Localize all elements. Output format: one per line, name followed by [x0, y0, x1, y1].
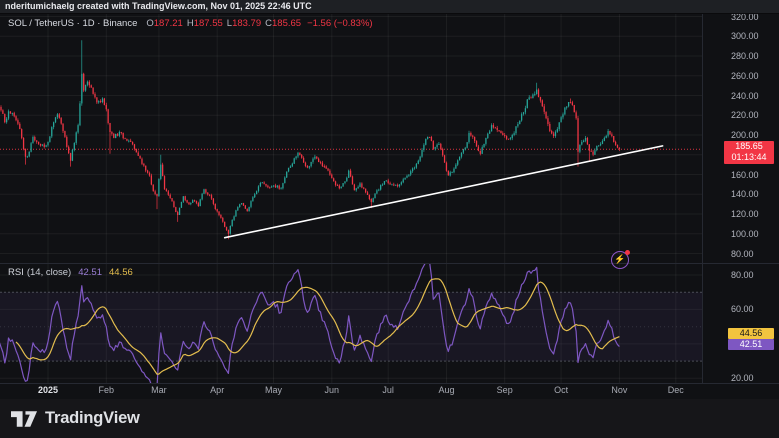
- price-axis-label: 140.00: [731, 189, 759, 199]
- time-axis-label: Sep: [497, 385, 513, 395]
- price-axis-label: 200.00: [731, 130, 759, 140]
- rsi-value: 42.51: [78, 267, 102, 278]
- close-value: 185.65: [272, 18, 301, 29]
- open-label: O: [146, 18, 153, 29]
- low-value: 183.79: [232, 18, 261, 29]
- price-axis-label: 80.00: [731, 249, 754, 259]
- rsi-axis-label: 20.00: [731, 373, 754, 383]
- time-axis-label: Aug: [438, 385, 454, 395]
- time-axis-label: 2025: [38, 385, 58, 395]
- bottom-bar: TradingView: [0, 399, 779, 438]
- price-axis-label: 220.00: [731, 110, 759, 120]
- watermark-text: nderitumichaelg created with TradingView…: [0, 0, 779, 13]
- rsi-ma-badge: 44.56: [728, 328, 774, 339]
- tradingview-logo-icon[interactable]: [11, 409, 38, 429]
- price-axis-label: 260.00: [731, 71, 759, 81]
- open-value: 187.21: [154, 18, 183, 29]
- price-badge: 185.65 01:13:44: [724, 141, 774, 164]
- rsi-axis-label: 80.00: [731, 270, 754, 280]
- rsi-legend[interactable]: RSI(14, close) 42.51 44.56: [8, 267, 133, 278]
- rsi-ma-value: 44.56: [109, 267, 133, 278]
- lightning-glyph: ⚡: [614, 254, 625, 264]
- chart-area[interactable]: SOL / TetherUS · 1D · Binance O187.21 H187…: [0, 14, 779, 399]
- price-axis-label: 240.00: [731, 91, 759, 101]
- symbol-title[interactable]: SOL / TetherUS · 1D · Binance: [8, 18, 137, 29]
- tradingview-snapshot: nderitumichaelg created with TradingView…: [0, 0, 779, 438]
- watermark-bar: nderitumichaelg created with TradingView…: [0, 0, 779, 14]
- notification-dot: [625, 250, 630, 255]
- high-label: H: [187, 18, 194, 29]
- time-axis-label: Jul: [382, 385, 394, 395]
- time-axis-label: May: [265, 385, 282, 395]
- tradingview-logo-text[interactable]: TradingView: [45, 409, 140, 428]
- time-axis-label: Nov: [611, 385, 627, 395]
- close-label: C: [265, 18, 272, 29]
- rsi-name: RSI: [8, 267, 24, 278]
- price-badge-countdown: 01:13:44: [724, 152, 774, 163]
- rsi-value-badge: 42.51: [728, 339, 774, 350]
- time-axis-label: Apr: [210, 385, 224, 395]
- time-axis-label: Oct: [554, 385, 568, 395]
- plot-svg[interactable]: [0, 14, 779, 399]
- time-axis-label: Mar: [151, 385, 167, 395]
- change-value: −1.56 (−0.83%): [307, 18, 373, 29]
- time-axis-label: Dec: [668, 385, 684, 395]
- rsi-axis-label: 60.00: [731, 304, 754, 314]
- price-axis-label: 280.00: [731, 51, 759, 61]
- symbol-legend: SOL / TetherUS · 1D · Binance O187.21 H187…: [8, 18, 373, 29]
- price-axis-label: 100.00: [731, 229, 759, 239]
- lightning-icon[interactable]: ⚡: [611, 251, 629, 269]
- rsi-params: (14, close): [27, 267, 71, 278]
- price-axis-label: 120.00: [731, 209, 759, 219]
- price-badge-value: 185.65: [724, 141, 774, 152]
- time-axis-label: Jun: [325, 385, 340, 395]
- price-axis-label: 160.00: [731, 170, 759, 180]
- high-value: 187.55: [194, 18, 223, 29]
- time-axis-label: Feb: [99, 385, 115, 395]
- price-axis-label: 300.00: [731, 31, 759, 41]
